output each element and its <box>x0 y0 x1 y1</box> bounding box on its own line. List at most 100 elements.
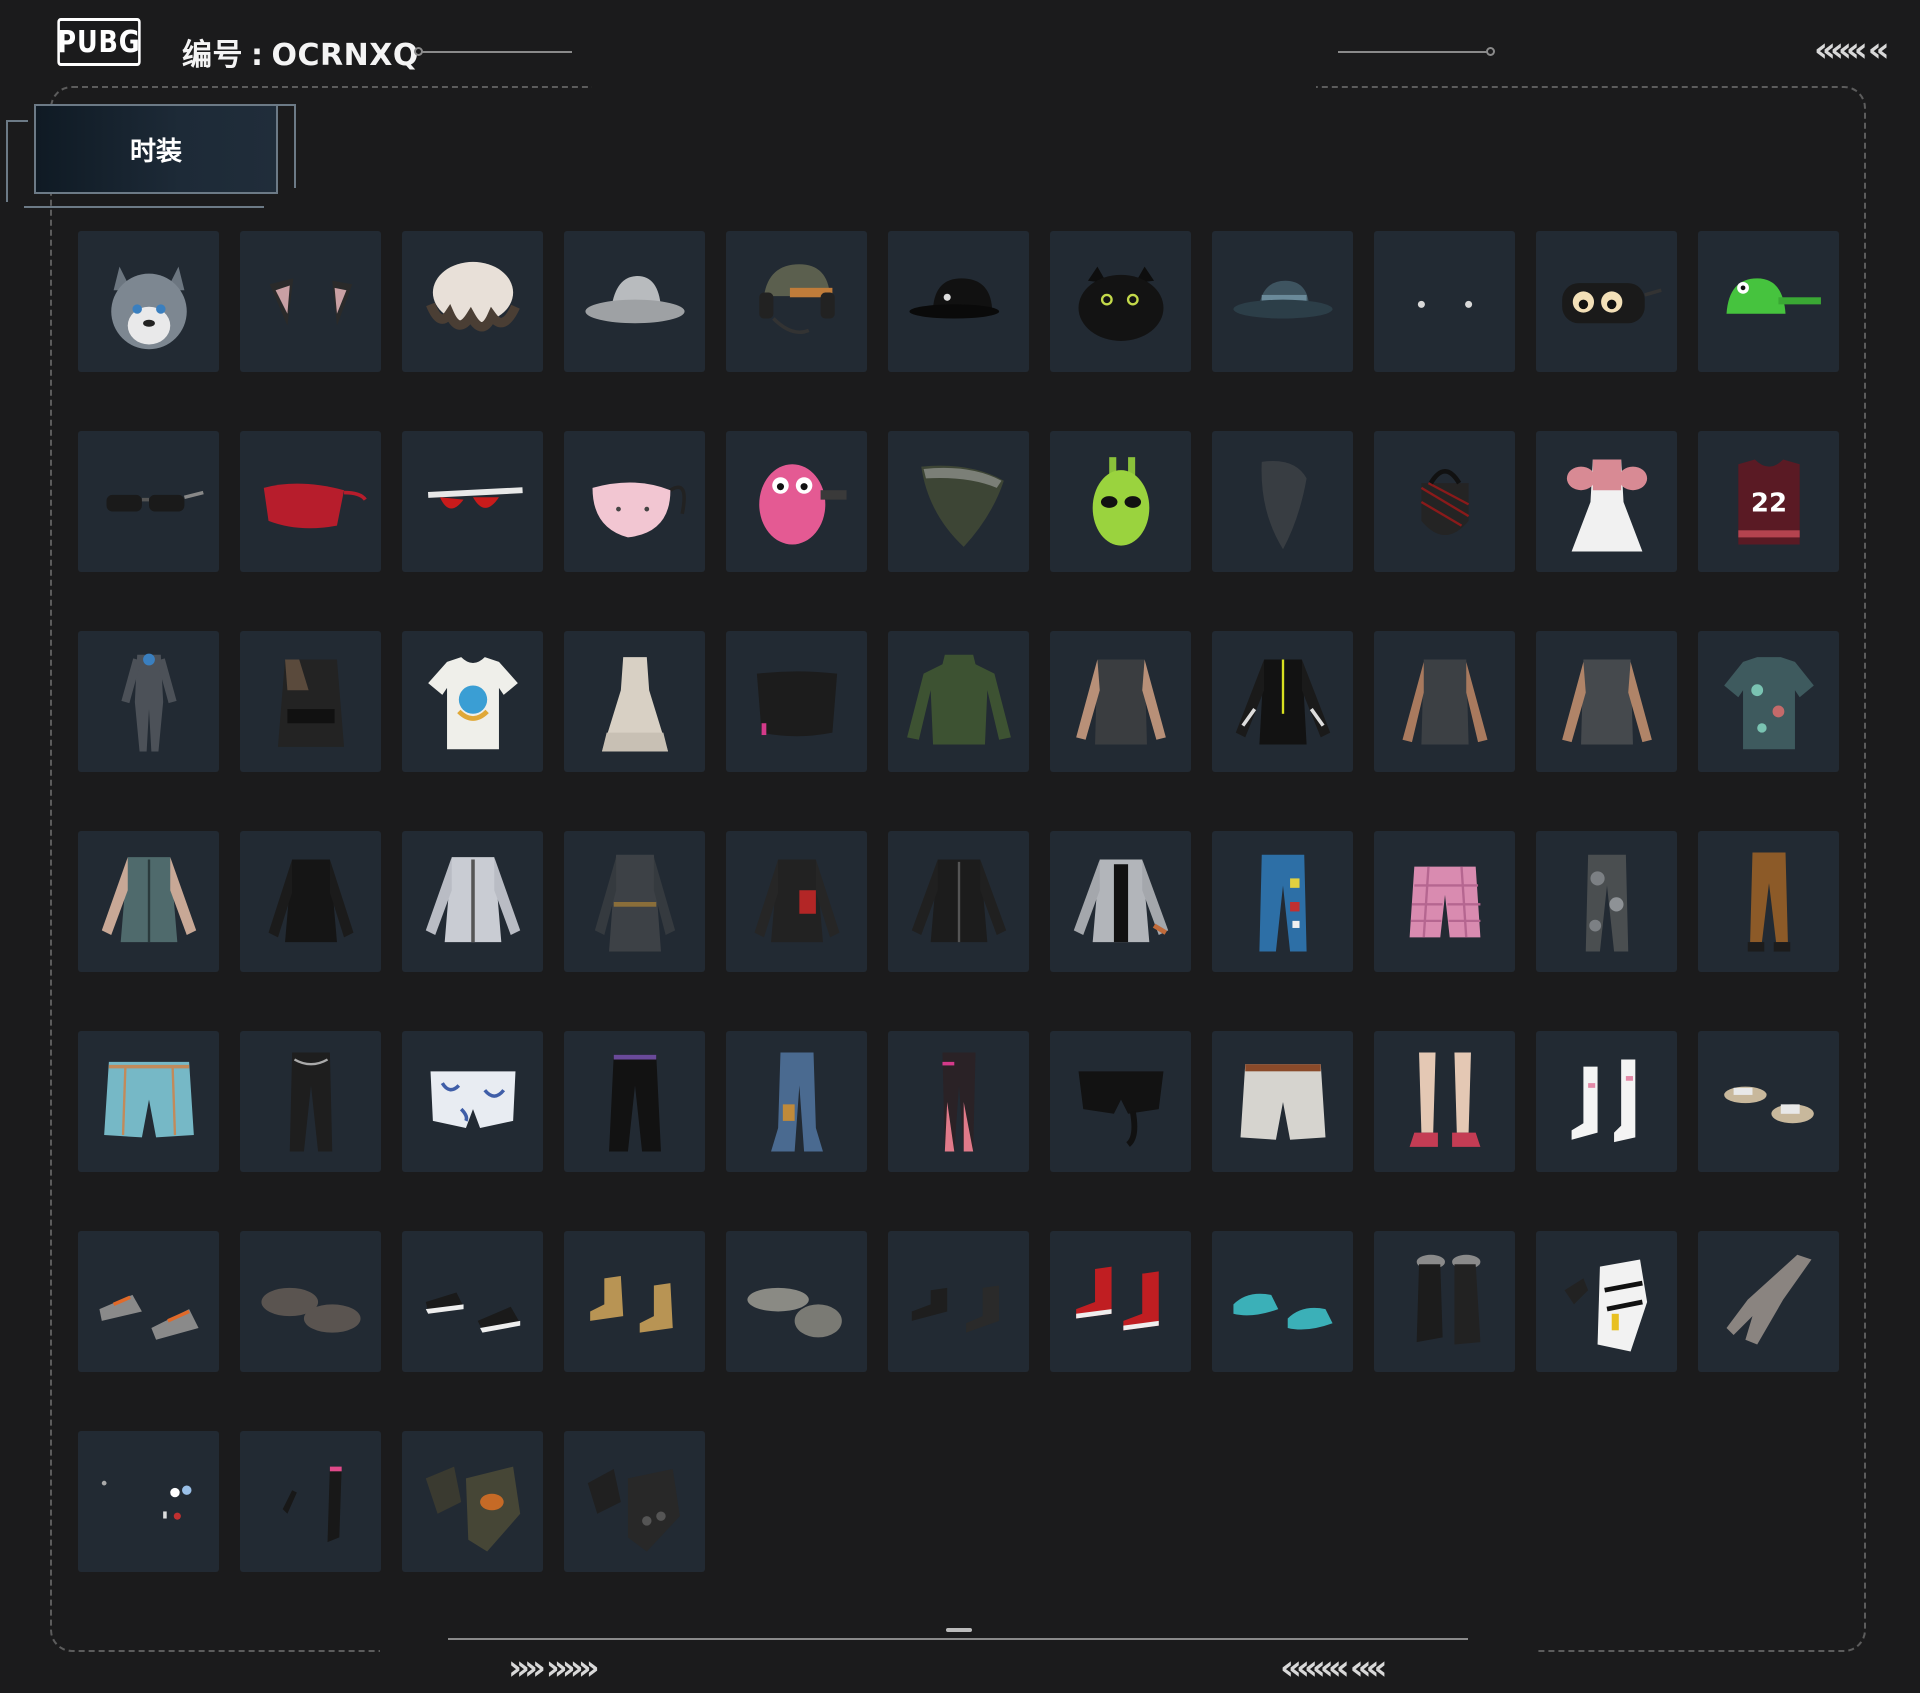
item-white-dress[interactable] <box>564 631 705 772</box>
sport-glasses-icon <box>427 486 523 509</box>
item-pink-stocking-heels[interactable] <box>1374 1031 1515 1172</box>
item-graphic-tee[interactable] <box>402 631 543 772</box>
item-pink-dino-mask[interactable] <box>726 431 867 572</box>
cargo-pants-icon <box>289 1051 332 1152</box>
face-mask-icon <box>592 481 686 537</box>
item-ruffle-cap[interactable] <box>402 231 543 372</box>
white-boots-icon <box>1571 1059 1635 1142</box>
item-tattoo-tee[interactable] <box>1536 631 1677 772</box>
item-red-sport-glasses[interactable] <box>402 431 543 572</box>
earrings-icon <box>1417 300 1472 308</box>
item-black-leather-jacket[interactable] <box>888 831 1029 972</box>
item-sunglasses-black[interactable] <box>78 431 219 572</box>
item-pink-face-mask[interactable] <box>564 431 705 572</box>
item-pink-leggings[interactable] <box>888 1031 1029 1172</box>
item-orange-sneakers[interactable] <box>78 1231 219 1372</box>
dog-mask-icon <box>1561 282 1662 323</box>
item-bare-hand[interactable] <box>1698 1231 1839 1372</box>
item-tattoo-tank[interactable] <box>1374 631 1515 772</box>
item-black-cargo-pants[interactable] <box>240 1031 381 1172</box>
item-gray-face-scarf[interactable] <box>1212 431 1353 572</box>
item-patched-jeans[interactable] <box>1212 831 1353 972</box>
tube-top-icon <box>756 670 837 736</box>
black-sneakers-icon <box>425 1292 520 1333</box>
item-tactical-mask[interactable] <box>1374 431 1515 572</box>
item-pink-plaid-shorts[interactable] <box>1374 831 1515 972</box>
item-slides[interactable] <box>1698 1031 1839 1172</box>
item-black-track-jacket[interactable] <box>1212 631 1353 772</box>
jumpsuit-icon <box>120 653 177 752</box>
item-small-accessories[interactable] <box>78 1431 219 1572</box>
item-headset-cap[interactable] <box>726 231 867 372</box>
eye-mask-icon <box>263 483 367 528</box>
item-gray-loafers[interactable] <box>726 1231 867 1372</box>
item-black-wide-pants[interactable] <box>564 1031 705 1172</box>
bandana-icon <box>920 465 1004 547</box>
chevron-bottom-right-icon: «««« «« <box>1280 1648 1388 1688</box>
header-line-left <box>420 51 572 53</box>
tab-fashion[interactable]: 时装 <box>34 104 278 194</box>
item-tan-boots[interactable] <box>564 1231 705 1372</box>
item-flared-jeans[interactable] <box>726 1031 867 1172</box>
item-red-eye-mask[interactable] <box>240 431 381 572</box>
item-camo-pants[interactable] <box>1536 831 1677 972</box>
item-black-boots[interactable] <box>888 1231 1029 1372</box>
item-floral-bomber[interactable] <box>78 831 219 972</box>
item-black-cap[interactable] <box>888 231 1029 372</box>
item-fur-boots[interactable] <box>1374 1231 1515 1372</box>
item-stud-earrings[interactable] <box>1374 231 1515 372</box>
item-gray-jumpsuit[interactable] <box>78 631 219 772</box>
item-brown-pants[interactable] <box>1698 831 1839 972</box>
item-porcelain-shorts[interactable] <box>402 1031 543 1172</box>
item-bucket-hat-gray[interactable] <box>564 231 705 372</box>
item-dog-eye-mask[interactable] <box>1536 231 1677 372</box>
jacket-icon <box>268 859 353 942</box>
item-black-cat-hat[interactable] <box>1050 231 1191 372</box>
black-cap-icon <box>908 277 999 319</box>
item-black-jacket[interactable] <box>240 831 381 972</box>
item-moto-gloves[interactable] <box>1536 1231 1677 1372</box>
cat-hat-icon <box>1078 266 1163 341</box>
item-arm-sleeves[interactable] <box>240 1431 381 1572</box>
item-frog-cap[interactable] <box>1698 231 1839 372</box>
item-gray-trench[interactable] <box>564 831 705 972</box>
brown-pants-icon <box>1747 851 1790 952</box>
accessories-icon <box>101 1480 191 1520</box>
item-jersey-22[interactable]: 22 <box>1698 431 1839 572</box>
item-green-turtleneck[interactable] <box>888 631 1029 772</box>
item-white-shorts[interactable] <box>1212 1031 1353 1172</box>
item-green-alien-mask[interactable] <box>1050 431 1191 572</box>
item-black-sneakers[interactable] <box>402 1231 543 1372</box>
white-shorts-icon <box>1240 1063 1325 1140</box>
alien-mask-icon <box>1092 456 1149 546</box>
bomber-icon <box>101 856 196 942</box>
item-bandana-mask[interactable] <box>888 431 1029 572</box>
item-floral-shirt[interactable] <box>1698 631 1839 772</box>
item-tactical-vest[interactable] <box>240 631 381 772</box>
item-paw-slippers[interactable] <box>240 1231 381 1372</box>
item-black-tube-top[interactable] <box>726 631 867 772</box>
slides-icon <box>1723 1086 1814 1123</box>
item-silver-bomber[interactable] <box>1050 831 1191 972</box>
item-leather-jacket-red[interactable] <box>726 831 867 972</box>
item-tactical-gloves[interactable] <box>402 1431 543 1572</box>
porcelain-shorts-icon <box>430 1070 515 1128</box>
loafers-icon <box>746 1287 842 1337</box>
item-husky-head[interactable] <box>78 231 219 372</box>
item-silver-jacket[interactable] <box>402 831 543 972</box>
item-tattoo-shirt[interactable] <box>1050 631 1191 772</box>
item-pink-ruffle-dress[interactable] <box>1536 431 1677 572</box>
moto-gloves-icon <box>1564 1259 1647 1352</box>
item-fishing-hat[interactable] <box>1212 231 1353 372</box>
item-teal-clogs[interactable] <box>1212 1231 1353 1372</box>
item-denim-shorts[interactable] <box>78 1031 219 1172</box>
pubg-logo: PUBG <box>57 18 141 66</box>
item-black-gloves[interactable] <box>564 1431 705 1572</box>
item-red-high-tops[interactable] <box>1050 1231 1191 1372</box>
header-dot-left <box>414 47 423 56</box>
frame-gap-top <box>592 80 1316 94</box>
item-black-leather-shorts[interactable] <box>1050 1031 1191 1172</box>
item-white-boots[interactable] <box>1536 1031 1677 1172</box>
silver-jacket-icon <box>425 856 520 942</box>
item-cat-ears[interactable] <box>240 231 381 372</box>
